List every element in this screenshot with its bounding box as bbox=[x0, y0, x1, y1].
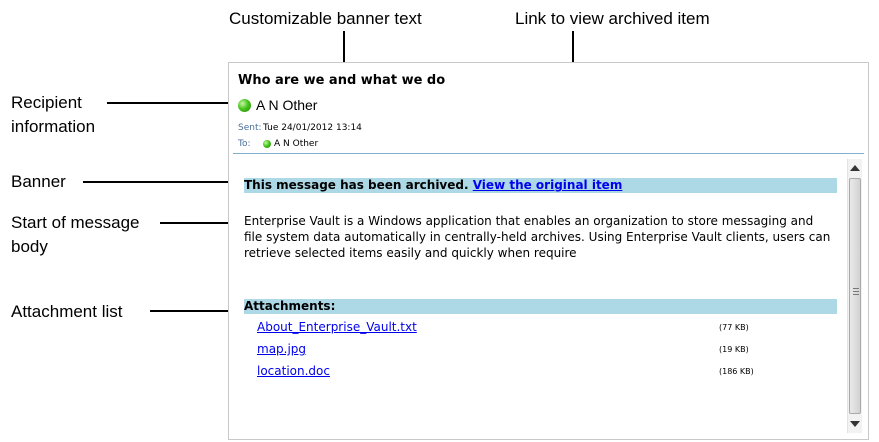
callout-banner-text: Customizable banner text bbox=[229, 9, 422, 28]
sender-line: A N Other bbox=[238, 97, 317, 113]
message-body: This message has been archived. View the… bbox=[229, 159, 844, 439]
callout-archived-link: Link to view archived item bbox=[515, 9, 710, 28]
vertical-scrollbar[interactable] bbox=[847, 159, 862, 433]
attachment-row: map.jpg (19 KB) bbox=[257, 342, 817, 360]
scroll-up-arrow-icon[interactable] bbox=[850, 165, 860, 171]
callout-recipient-line2: information bbox=[11, 117, 96, 136]
sent-value: Tue 24/01/2012 13:14 bbox=[263, 123, 362, 133]
to-label: To: bbox=[238, 139, 251, 149]
callout-banner: Banner bbox=[11, 172, 66, 191]
attachment-link[interactable]: location.doc bbox=[257, 364, 330, 378]
attachment-size: (19 KB) bbox=[719, 345, 749, 354]
sender-name[interactable]: A N Other bbox=[256, 97, 317, 113]
attachment-size: (186 KB) bbox=[719, 367, 754, 376]
presence-status-icon bbox=[263, 140, 271, 148]
banner-text: This message has been archived. bbox=[244, 178, 469, 192]
attachment-link[interactable]: map.jpg bbox=[257, 342, 306, 356]
callout-recipient-line1: Recipient bbox=[11, 93, 82, 112]
archive-banner: This message has been archived. View the… bbox=[244, 178, 837, 193]
grip-line bbox=[853, 294, 859, 295]
attachment-row: location.doc (186 KB) bbox=[257, 364, 817, 382]
sent-row: Sent: Tue 24/01/2012 13:14 bbox=[238, 123, 362, 133]
callout-attachment-list: Attachment list bbox=[11, 302, 123, 321]
scroll-down-arrow-icon[interactable] bbox=[850, 421, 860, 427]
callout-start-line1: Start of message bbox=[11, 213, 140, 232]
attachment-size: (77 KB) bbox=[719, 323, 749, 332]
grip-line bbox=[853, 291, 859, 292]
to-value[interactable]: A N Other bbox=[274, 139, 318, 149]
callout-start-line2: body bbox=[11, 237, 48, 256]
leader-line-banner bbox=[83, 181, 245, 183]
scrollbar-thumb[interactable] bbox=[849, 178, 861, 414]
email-preview-window: Who are we and what we do A N Other Sent… bbox=[228, 62, 869, 440]
presence-status-icon bbox=[238, 98, 251, 112]
leader-line-recipient bbox=[107, 102, 237, 104]
header-divider bbox=[233, 153, 864, 154]
to-row: To: A N Other bbox=[238, 139, 318, 149]
email-subject: Who are we and what we do bbox=[238, 73, 446, 88]
view-original-link[interactable]: View the original item bbox=[473, 178, 623, 192]
sent-label: Sent: bbox=[238, 123, 262, 133]
grip-line bbox=[853, 288, 859, 289]
message-body-text: Enterprise Vault is a Windows applicatio… bbox=[244, 214, 831, 260]
attachments-heading: Attachments: bbox=[244, 299, 837, 314]
attachment-link[interactable]: About_Enterprise_Vault.txt bbox=[257, 320, 417, 334]
attachment-row: About_Enterprise_Vault.txt (77 KB) bbox=[257, 320, 817, 338]
